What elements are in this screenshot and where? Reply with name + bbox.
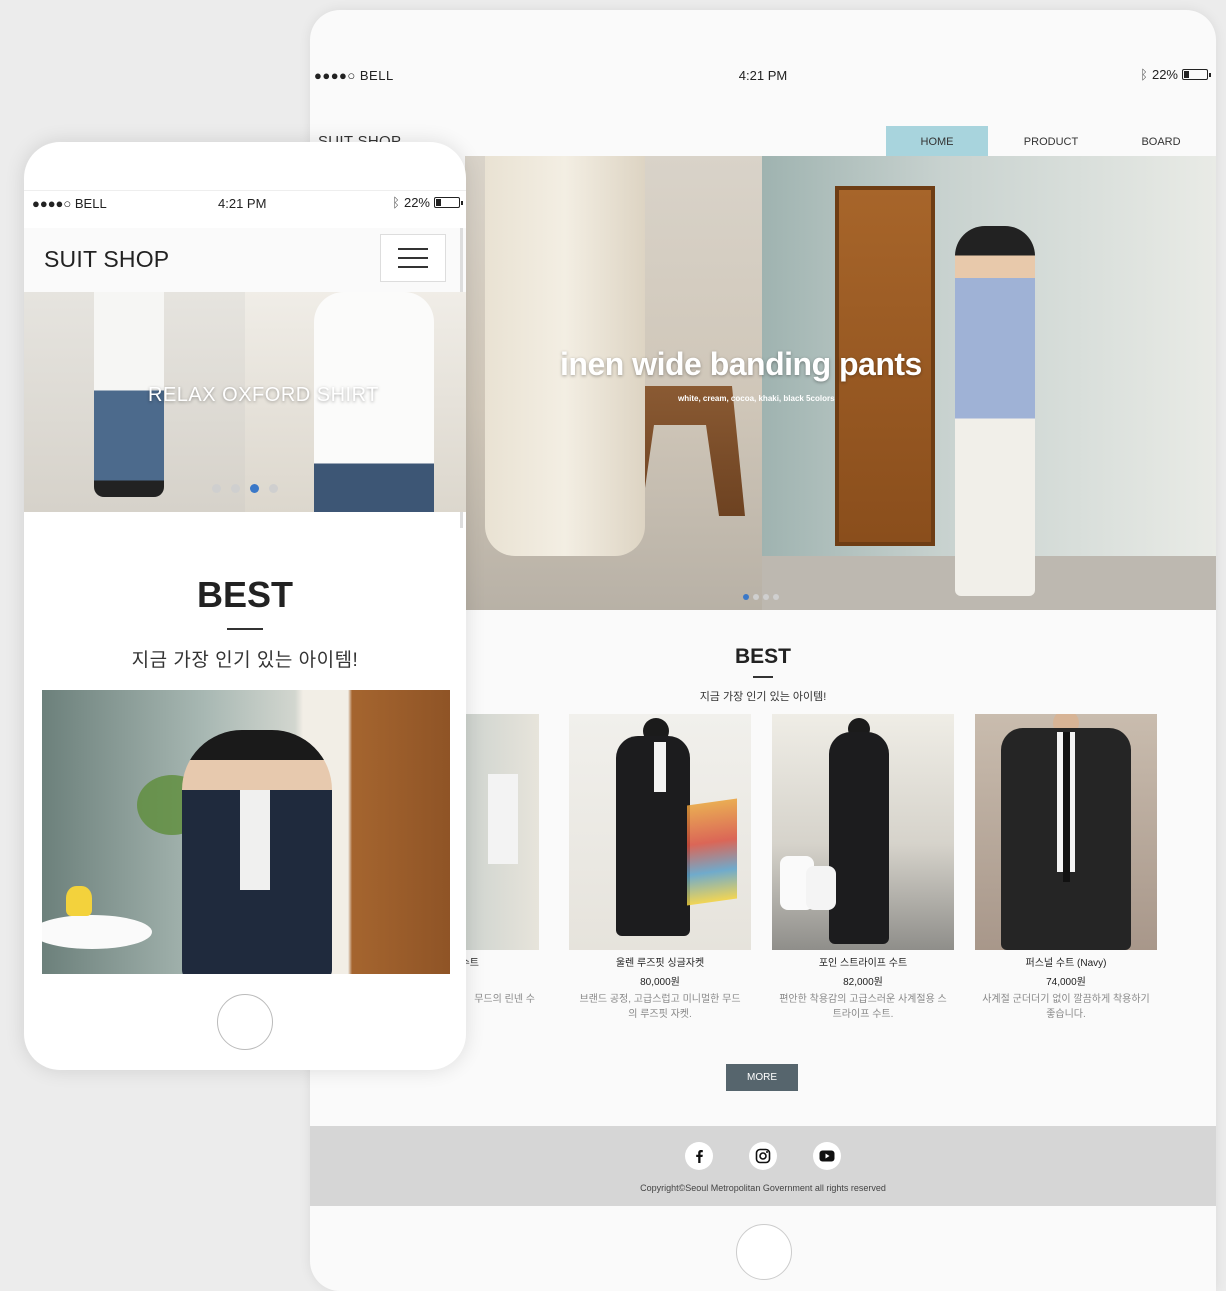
- nav-product[interactable]: PRODUCT: [996, 126, 1106, 158]
- clock: 4:21 PM: [738, 68, 788, 83]
- battery-percent: 22%: [403, 195, 430, 210]
- product-image[interactable]: [465, 714, 539, 950]
- slider-dot[interactable]: [743, 594, 749, 600]
- battery-icon: [434, 197, 463, 208]
- product-desc: 브랜드 공정, 고급스럽고 미니멀한 무드의 루즈핏 자켓.: [579, 994, 741, 1020]
- product-card[interactable]: 퍼스널 수트 (Navy) 74,000원 사계절 군더더기 없이 깔끔하게 착…: [975, 714, 1157, 1022]
- product-card[interactable]: 포인 스트라이프 수트 82,000원 편안한 착용감의 고급스러운 사계절용 …: [772, 714, 954, 1022]
- phone-device: ●●●●○ BELL 4:21 PM ᛒ 22% SUIT SHOP RELAX…: [24, 142, 466, 1070]
- carrier-label: ●●●●○ BELL: [32, 196, 107, 211]
- product-card[interactable]: 린넨 수트 원 무드의 린넨 수: [465, 714, 539, 1007]
- slider-dot[interactable]: [753, 594, 759, 600]
- bluetooth-icon: ᛒ: [1140, 67, 1148, 82]
- slider-dot[interactable]: [269, 484, 278, 493]
- product-name[interactable]: 린넨 수트: [465, 954, 539, 969]
- product-desc: 사계절 군더더기 없이 깔끔하게 착용하기 좋습니다.: [982, 994, 1150, 1020]
- instagram-icon[interactable]: [749, 1142, 777, 1170]
- slider-dot[interactable]: [231, 484, 240, 493]
- site-logo[interactable]: SUIT SHOP: [44, 246, 169, 273]
- home-button[interactable]: [217, 994, 273, 1050]
- title-divider: [753, 676, 773, 678]
- site-header: SUIT SHOP: [24, 228, 466, 292]
- hero-slider[interactable]: inen wide banding pants white, cream, co…: [465, 156, 1216, 610]
- product-desc: 편안한 착용감의 고급스러운 사계절용 스트라이프 수트.: [779, 994, 947, 1020]
- slider-dots: [743, 594, 779, 600]
- clock: 4:21 PM: [218, 196, 267, 211]
- slider-dot[interactable]: [773, 594, 779, 600]
- menu-icon-bar: [398, 266, 428, 268]
- title-divider: [227, 628, 263, 630]
- product-price: 원: [465, 973, 539, 988]
- main-nav: HOME PRODUCT BOARD: [886, 126, 1216, 158]
- slider-dots: [212, 484, 278, 493]
- product-desc: 무드의 린넨 수: [474, 994, 535, 1005]
- lemonade-glass: [66, 886, 92, 916]
- status-bar: ●●●●○ BELL 4:21 PM ᛒ 22%: [310, 62, 1216, 90]
- facebook-icon[interactable]: [685, 1142, 713, 1170]
- battery-indicator: ᛒ 22%: [392, 195, 463, 210]
- hero-subcaption: white, cream, cocoa, khaki, black 5color…: [678, 394, 835, 403]
- product-name[interactable]: 퍼스널 수트 (Navy): [975, 954, 1157, 969]
- hero-model-figure: [955, 226, 1035, 596]
- slider-dot[interactable]: [250, 484, 259, 493]
- product-image[interactable]: [975, 714, 1157, 950]
- product-image[interactable]: [42, 690, 450, 974]
- home-button[interactable]: [736, 1224, 792, 1280]
- slider-dot[interactable]: [212, 484, 221, 493]
- menu-icon-bar: [398, 257, 428, 259]
- youtube-icon[interactable]: [813, 1142, 841, 1170]
- bluetooth-icon: ᛒ: [392, 195, 400, 210]
- hero-slider[interactable]: RELAX OXFORD SHIRT: [24, 292, 466, 512]
- bookshelf: [687, 798, 737, 906]
- hero-caption: RELAX OXFORD SHIRT: [148, 384, 379, 406]
- stool: [806, 866, 836, 910]
- product-name[interactable]: 포인 스트라이프 수트: [772, 954, 954, 969]
- social-links: [310, 1142, 1216, 1170]
- battery-icon: [1182, 69, 1211, 80]
- product-price: 80,000원: [640, 977, 680, 988]
- best-subtitle: 지금 가장 인기 있는 아이템!: [131, 650, 359, 671]
- hero-caption: inen wide banding pants: [560, 346, 922, 382]
- table: [42, 915, 152, 949]
- product-carousel: 린넨 수트 원 무드의 린넨 수 울렌 루즈핏 싱글자켓 80,000원 브랜드…: [465, 714, 1216, 1044]
- nav-home[interactable]: HOME: [886, 126, 988, 158]
- product-shirt: [240, 790, 270, 890]
- product-price: 74,000원: [1046, 977, 1086, 988]
- nav-board[interactable]: BOARD: [1106, 126, 1216, 158]
- slider-dot[interactable]: [763, 594, 769, 600]
- battery-percent: 22%: [1151, 67, 1178, 82]
- product-image[interactable]: [569, 714, 751, 950]
- hamburger-menu-button[interactable]: [380, 234, 446, 282]
- tie: [1063, 732, 1070, 882]
- site-footer: Copyright©Seoul Metropolitan Government …: [310, 1126, 1216, 1206]
- more-button[interactable]: MORE: [726, 1064, 798, 1091]
- status-bar: ●●●●○ BELL 4:21 PM ᛒ 22%: [24, 190, 466, 214]
- copyright-text: Copyright©Seoul Metropolitan Government …: [640, 1183, 886, 1193]
- product-image[interactable]: [772, 714, 954, 950]
- product-price: 82,000원: [843, 977, 883, 988]
- menu-icon-bar: [398, 248, 428, 250]
- product-name[interactable]: 울렌 루즈핏 싱글자켓: [569, 954, 751, 969]
- product-card[interactable]: 울렌 루즈핏 싱글자켓 80,000원 브랜드 공정, 고급스럽고 미니멀한 무…: [569, 714, 751, 1022]
- best-title: BEST: [196, 574, 293, 615]
- battery-indicator: ᛒ 22%: [1140, 67, 1211, 82]
